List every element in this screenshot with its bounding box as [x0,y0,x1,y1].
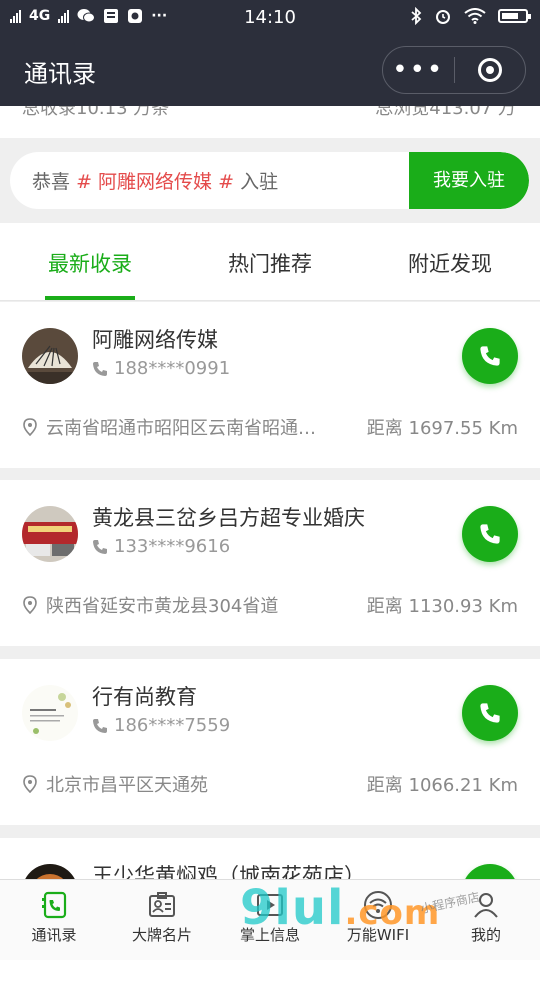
wifi-status-icon [464,8,486,24]
listing-address: 云南省昭通市昭阳区云南省昭通… [22,414,352,440]
listing-name: 行有尚教育 [92,685,197,709]
listing-phone: 186****7559 [92,715,230,736]
listing-phone-number: 188****0991 [114,358,231,379]
call-button[interactable] [462,685,518,741]
listing-address: 陕西省延安市黄龙县304省道 [22,592,352,618]
join-banner: 恭喜 # 阿雕网络传媒 # 入驻 我要入驻 [10,152,529,209]
phone-call-icon [480,524,500,544]
alarm-icon [436,10,450,24]
listing-phone-number: 133****9616 [114,536,231,557]
listing-name: 阿雕网络传媒 [92,328,218,352]
tabbar-item-brand-cards[interactable]: 大牌名片 [108,880,216,960]
total-listed-stat: 总收录10.13 万条 [22,106,170,119]
listing-name: 黄龙县三岔乡吕方超专业婚庆 [92,506,365,530]
listing-distance: 距离 1130.93 Km [366,596,518,617]
nav-bar: 通讯录 ••• [0,36,540,106]
watermark-main: 9lul [240,880,345,936]
phone-icon [93,718,107,733]
location-pin-icon [23,775,37,793]
listing-address-text: 云南省昭通市昭阳区云南省昭通… [46,418,316,439]
listing-phone: 133****9616 [92,536,230,557]
listing-distance: 距离 1697.55 Km [366,418,518,439]
close-mini-program-button[interactable] [455,58,526,82]
listing-address-text: 陕西省延安市黄龙县304省道 [46,596,279,617]
page-title: 通讯录 [24,60,96,88]
listing-phone-number: 186****7559 [114,715,231,736]
banner-highlight-name: 阿雕网络传媒 [98,171,213,193]
phone-icon [93,539,107,554]
site-watermark: 9lul.com [240,880,440,936]
listing-avatar [22,685,78,741]
call-button[interactable] [462,506,518,562]
status-bar: 4G ··· 14:10 [0,0,540,36]
listing-avatar [22,506,78,562]
more-menu-button[interactable]: ••• [383,48,454,92]
listing-distance: 距离 1066.21 Km [366,775,518,796]
banner-text: 恭喜 # 阿雕网络传媒 # 入驻 [32,167,278,194]
tab-nearby[interactable]: 附近发现 [360,248,540,278]
listing-card[interactable]: 阿雕网络传媒 188****0991 云南省昭通市昭阳区云南省昭通… 距离 16… [0,302,540,468]
phone-icon [93,361,107,376]
tabbar-label-contacts: 通讯录 [31,926,77,944]
active-tab-indicator [45,296,135,300]
banner-suffix: 入驻 [240,171,279,193]
status-right [410,7,531,25]
mini-program-capsule: ••• [382,46,526,94]
listing-address: 北京市昌平区天通苑 [22,771,352,797]
bluetooth-icon [411,7,422,25]
tabbar-label-brand-cards: 大牌名片 [131,926,192,944]
category-tabs: 最新收录 热门推荐 附近发现 [0,223,540,301]
call-button[interactable] [462,328,518,384]
tab-popular[interactable]: 热门推荐 [180,248,360,278]
battery-icon [498,9,531,23]
listing-avatar [22,328,78,384]
contacts-icon [42,891,67,919]
listing-card[interactable]: 黄龙县三岔乡吕方超专业婚庆 133****9616 陕西省延安市黄龙县304省道… [0,480,540,646]
listing-card[interactable]: 行有尚教育 186****7559 北京市昌平区天通苑 距离 1066.21 K… [0,659,540,825]
total-views-stat: 总浏览413.07 万 [375,106,516,119]
banner-hash-open: # [76,171,92,193]
phone-call-icon [480,346,500,366]
stats-strip: 总收录10.13 万条 总浏览413.07 万 [0,106,540,138]
listing-address-text: 北京市昌平区天通苑 [46,775,208,796]
join-button[interactable]: 我要入驻 [409,152,529,209]
banner-prefix: 恭喜 [32,171,71,193]
phone-call-icon [480,703,500,723]
location-pin-icon [23,596,37,614]
tabbar-item-me[interactable]: 我的 [432,880,540,960]
listing-phone: 188****0991 [92,358,230,379]
tab-latest[interactable]: 最新收录 [0,248,180,278]
tabbar-label-me: 我的 [470,926,501,944]
tabbar-item-contacts[interactable]: 通讯录 [0,880,108,960]
banner-hash-close: # [218,171,235,193]
target-icon [477,58,502,82]
id-card-icon [149,892,175,917]
location-pin-icon [23,418,37,436]
